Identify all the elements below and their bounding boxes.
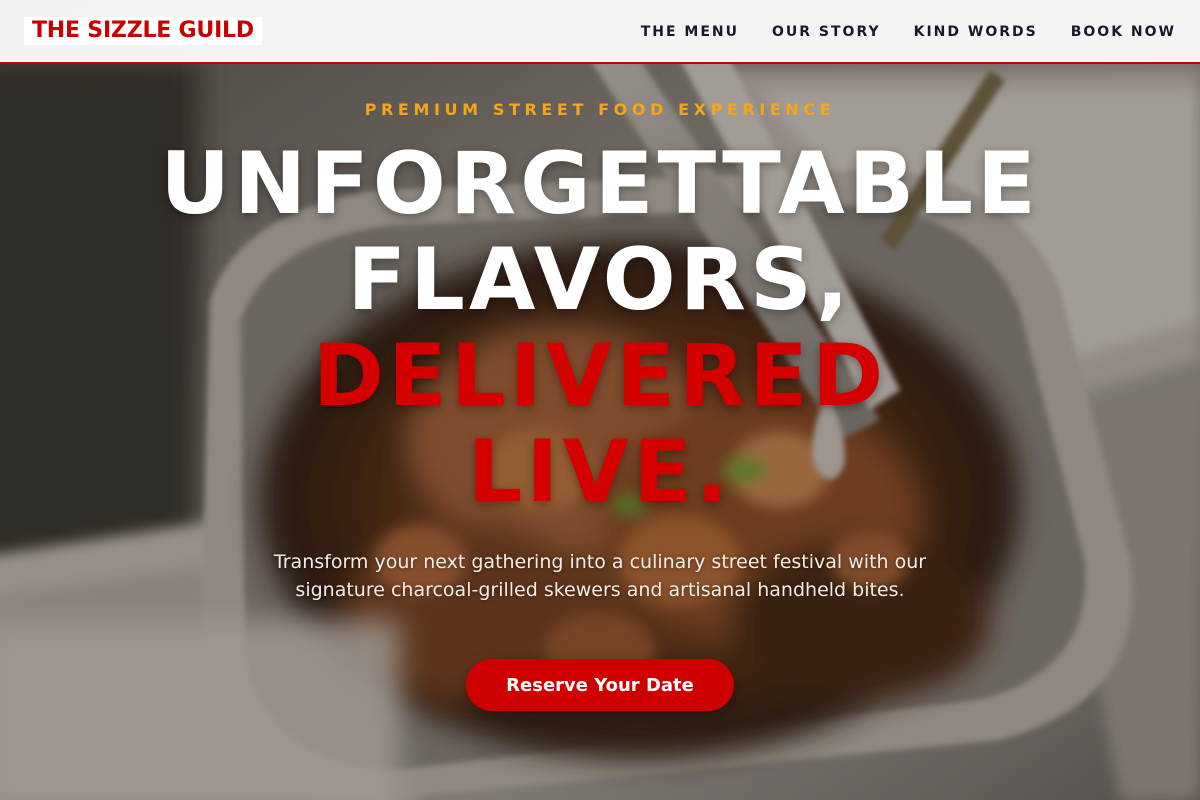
reserve-date-button[interactable]: Reserve Your Date	[466, 659, 734, 711]
hero-subtext: Transform your next gathering into a cul…	[273, 551, 927, 601]
headline-line-2: FLAVORS,	[347, 230, 853, 330]
site-header: THE SIZZLE GUILD THE MENU OUR STORY KIND…	[0, 0, 1200, 64]
headline-line-1: UNFORGETTABLE	[160, 134, 1040, 234]
nav-link-book-now[interactable]: BOOK NOW	[1071, 24, 1176, 40]
hero-section: PREMIUM STREET FOOD EXPERIENCE UNFORGETT…	[0, 64, 1200, 800]
nav-link-the-menu[interactable]: THE MENU	[641, 24, 739, 40]
hero-headline: UNFORGETTABLE FLAVORS, DELIVERED LIVE.	[100, 136, 1100, 520]
headline-line-4-accent: LIVE.	[467, 422, 733, 522]
nav-link-kind-words[interactable]: KIND WORDS	[914, 24, 1038, 40]
hero-eyebrow: PREMIUM STREET FOOD EXPERIENCE	[364, 100, 836, 119]
headline-line-3-accent: DELIVERED	[312, 326, 888, 426]
main-nav: THE MENU OUR STORY KIND WORDS BOOK NOW	[641, 0, 1176, 64]
nav-link-our-story[interactable]: OUR STORY	[772, 24, 881, 40]
brand-logo[interactable]: THE SIZZLE GUILD	[24, 17, 262, 45]
